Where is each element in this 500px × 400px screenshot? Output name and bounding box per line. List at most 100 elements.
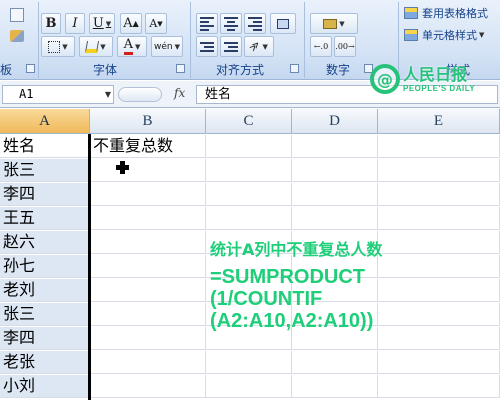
format-as-table-button[interactable]: 套用表格格式 [404, 4, 488, 22]
insert-function-icon[interactable]: fx [174, 86, 185, 100]
cell-empty[interactable] [292, 135, 378, 158]
cell-name[interactable]: 王五 [0, 207, 90, 230]
cell-count[interactable] [90, 255, 206, 278]
cell-empty[interactable] [378, 351, 500, 374]
decrease-decimal-icon: .00→ [335, 42, 355, 51]
shrink-font-button[interactable]: A ▼ [145, 13, 167, 34]
cell-empty[interactable] [292, 207, 378, 230]
bold-button[interactable]: B [41, 13, 61, 34]
orientation-button[interactable]: ≫ ▼ [244, 36, 274, 57]
cell-name[interactable]: 张三 [0, 303, 90, 326]
clipboard-launcher-icon[interactable] [26, 64, 35, 73]
increase-decimal-button[interactable]: ←.0 [310, 36, 332, 57]
cell-count[interactable] [90, 303, 206, 326]
paint-bucket-icon [85, 40, 100, 53]
cell-empty[interactable] [378, 159, 500, 182]
cell-empty[interactable] [292, 375, 378, 398]
fill-color-button[interactable]: ▼ [79, 36, 113, 57]
increase-indent-button[interactable] [220, 36, 242, 57]
cell-name[interactable]: 李四 [0, 183, 90, 206]
cell-empty[interactable] [206, 183, 292, 206]
group-label-alignment: 对齐方式 [215, 63, 264, 77]
chevron-down-icon: ▼ [174, 42, 180, 51]
cell-empty[interactable] [378, 207, 500, 230]
cell-count[interactable] [90, 375, 206, 398]
cell-empty[interactable] [292, 159, 378, 182]
name-box[interactable]: A1 ▼ [2, 85, 114, 104]
arrow-up-icon: ▲ [132, 19, 139, 28]
paste-icon[interactable] [10, 8, 24, 22]
chevron-down-icon: ▼ [339, 19, 345, 28]
orientation-icon: ≫ [247, 38, 263, 55]
borders-icon [48, 40, 61, 53]
cell-styles-button[interactable]: 单元格样式 ▼ [404, 26, 484, 44]
cell-count[interactable] [90, 207, 206, 230]
chevron-down-icon: ▼ [100, 42, 106, 51]
cell-name[interactable]: 赵六 [0, 231, 90, 254]
align-left-button[interactable] [196, 13, 218, 34]
cell-empty[interactable] [206, 207, 292, 230]
formula-line: (1/COUNTIF [210, 288, 323, 310]
merge-icon [277, 18, 289, 29]
column-header-a[interactable]: A [0, 109, 90, 134]
chevron-down-icon: ▼ [479, 31, 485, 39]
logo-text: 人民日报 PEOPLE'S DAILY [403, 64, 476, 93]
column-header-d[interactable]: D [292, 109, 378, 134]
formula-annotation: 统计A列中不重复总人数 =SUMPRODUCT (1/COUNTIF (A2:A… [210, 238, 500, 332]
column-header-e[interactable]: E [378, 109, 500, 134]
number-format-button[interactable]: ▼ [310, 13, 358, 34]
group-separator [190, 2, 191, 78]
column-header-c[interactable]: C [206, 109, 292, 134]
cell-count[interactable] [90, 231, 206, 254]
align-left-icon [200, 16, 214, 31]
cell-empty[interactable] [206, 351, 292, 374]
font-launcher-icon[interactable] [176, 64, 185, 73]
cell-empty[interactable] [206, 159, 292, 182]
grow-font-button[interactable]: A ▲ [120, 13, 142, 34]
formula-bar-resize-handle[interactable] [118, 87, 162, 102]
align-center-button[interactable] [220, 13, 242, 34]
cell-empty[interactable] [206, 375, 292, 398]
font-color-label: A [123, 38, 133, 55]
formula-line: =SUMPRODUCT [210, 266, 366, 288]
cell-count[interactable] [90, 279, 206, 302]
decrease-decimal-button[interactable]: .00→ [334, 36, 356, 57]
cell-count[interactable] [90, 183, 206, 206]
cell-name[interactable]: 老刘 [0, 279, 90, 302]
group-separator [38, 2, 39, 78]
cell-count[interactable] [90, 351, 206, 374]
cell-name[interactable]: 孙七 [0, 255, 90, 278]
cell-empty[interactable] [378, 375, 500, 398]
cell-empty[interactable] [378, 183, 500, 206]
logo-english-text: PEOPLE'S DAILY [403, 83, 476, 93]
column-header-b[interactable]: B [90, 109, 206, 134]
italic-button[interactable]: I [65, 13, 85, 34]
decrease-indent-button[interactable] [196, 36, 218, 57]
underline-label: U [92, 16, 104, 31]
font-color-button[interactable]: A ▼ [117, 36, 147, 57]
alignment-launcher-icon[interactable] [290, 64, 299, 73]
chevron-down-icon: ▼ [62, 42, 68, 51]
underline-button[interactable]: U ▼ [89, 13, 115, 34]
cell-count[interactable] [90, 159, 206, 182]
cell-empty[interactable] [292, 183, 378, 206]
cell-empty[interactable] [206, 135, 292, 158]
annotation-title: 统计A列中不重复总人数 [210, 240, 383, 259]
cell-count[interactable]: 不重复总数 [90, 135, 206, 158]
group-label-font: 字体 [92, 63, 117, 77]
logo-chinese-text: 人民日报 [403, 64, 468, 84]
cell-name[interactable]: 姓名 [0, 135, 90, 158]
cell-empty[interactable] [292, 351, 378, 374]
align-right-button[interactable] [244, 13, 266, 34]
cell-name[interactable]: 张三 [0, 159, 90, 182]
cell-name[interactable]: 小刘 [0, 375, 90, 398]
format-painter-icon[interactable] [10, 30, 24, 42]
format-as-table-label: 套用表格格式 [422, 7, 488, 20]
cell-empty[interactable] [378, 135, 500, 158]
merge-center-button[interactable] [270, 13, 296, 34]
cell-count[interactable] [90, 327, 206, 350]
cell-name[interactable]: 老张 [0, 351, 90, 374]
phonetic-button[interactable]: wén ▼ [151, 36, 183, 57]
borders-button[interactable]: ▼ [41, 36, 75, 57]
cell-name[interactable]: 李四 [0, 327, 90, 350]
